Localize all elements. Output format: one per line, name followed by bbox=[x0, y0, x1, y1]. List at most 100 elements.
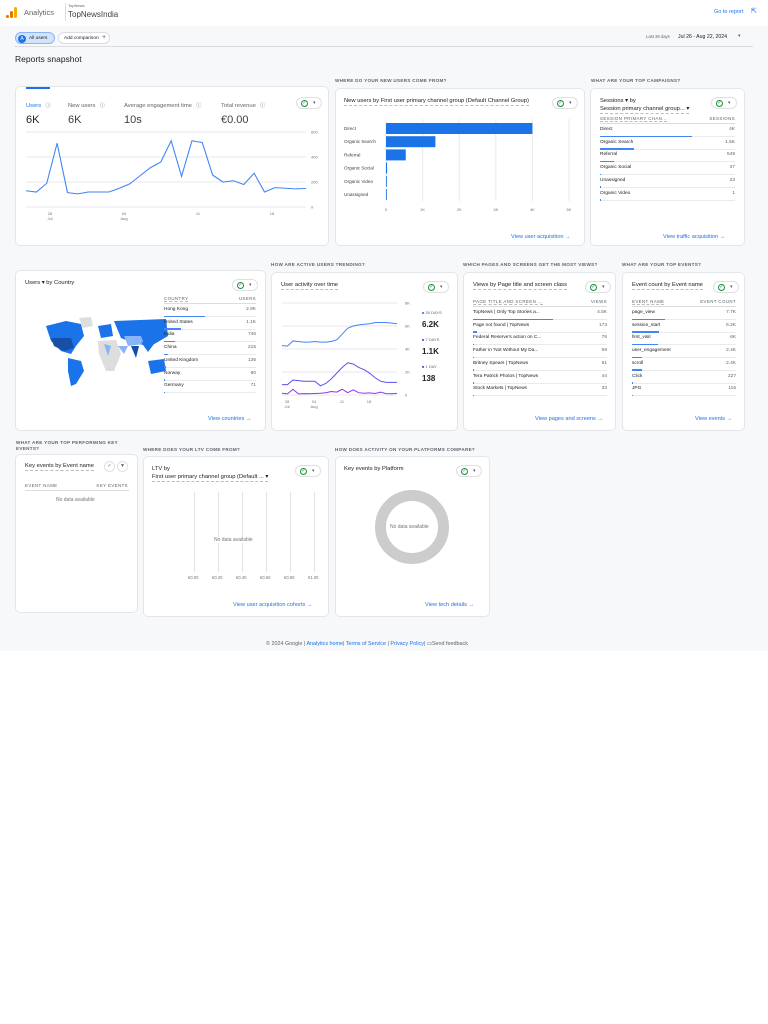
divider bbox=[473, 306, 607, 307]
table-row[interactable]: first_visit 6K bbox=[632, 333, 736, 346]
compare-menu-button[interactable]: ✓ ▾ bbox=[585, 281, 611, 293]
column-header[interactable]: Page title and screen ... bbox=[473, 299, 543, 305]
table-row[interactable]: scroll 2.4K bbox=[632, 359, 736, 371]
gridline bbox=[290, 492, 291, 572]
table-row[interactable]: Referral 549 bbox=[600, 150, 735, 163]
date-range-picker[interactable]: Jul 26 - Aug 22, 2024 bbox=[678, 34, 727, 40]
compare-menu-button[interactable]: ✓ ▾ bbox=[232, 279, 258, 291]
table-row[interactable]: Organic Search 1.5K bbox=[600, 138, 735, 150]
table-row[interactable]: Federal Reserve's action on C... 76 bbox=[473, 333, 607, 346]
metric-tab[interactable]: New users ⓘ 6K bbox=[68, 94, 105, 126]
column-header[interactable]: Session primary chan... bbox=[600, 116, 668, 122]
table-row[interactable]: TopNews | Only Top Stories a... 4.5K bbox=[473, 308, 607, 320]
table-row[interactable]: China 215 bbox=[164, 343, 256, 356]
table-row[interactable]: JPG 115 bbox=[632, 384, 736, 397]
view-tech-details-link[interactable]: View tech details → bbox=[425, 602, 474, 608]
table-row[interactable]: page_view 7.7K bbox=[632, 308, 736, 320]
bar[interactable] bbox=[386, 123, 533, 134]
analytics-home-link[interactable]: Analytics home bbox=[306, 641, 343, 647]
card-title[interactable]: Event count by Event name bbox=[632, 282, 703, 290]
table-row[interactable]: Organic Social 37 bbox=[600, 163, 735, 176]
view-pages-link[interactable]: View pages and screens → bbox=[535, 416, 603, 422]
column-header[interactable]: Country bbox=[164, 296, 189, 302]
bar[interactable] bbox=[386, 149, 406, 161]
table-row[interactable]: United Kingdom 136 bbox=[164, 356, 256, 368]
table-row[interactable]: Click 227 bbox=[632, 372, 736, 384]
copyright: © 2024 Google | bbox=[266, 641, 306, 647]
help-icon[interactable]: ⓘ bbox=[100, 103, 105, 109]
column-header[interactable]: Views bbox=[567, 299, 607, 304]
chevron-down-icon[interactable]: ▾ bbox=[738, 33, 741, 39]
card-title[interactable]: Key events by Platform bbox=[344, 466, 404, 473]
table-row[interactable]: Father in 'Not Without My Da... 69 bbox=[473, 346, 607, 359]
bar[interactable] bbox=[386, 162, 388, 174]
compare-menu-button[interactable]: ✓ ▾ bbox=[296, 97, 322, 109]
column-header[interactable]: Event name bbox=[632, 299, 665, 305]
category-label: Organic Video bbox=[344, 179, 373, 184]
go-to-report-link[interactable]: Go to report bbox=[714, 9, 743, 15]
help-icon[interactable]: ⓘ bbox=[260, 103, 265, 109]
card-title[interactable]: Views by Page title and screen class bbox=[473, 282, 567, 290]
dimension-name: Session primary channel group... bbox=[600, 106, 685, 112]
table-row[interactable]: Tera Patrick Photos | TopNews 44 bbox=[473, 372, 607, 384]
filter-icon[interactable]: ▼ bbox=[117, 461, 128, 472]
table-row[interactable]: Page not found | TopNews 173 bbox=[473, 321, 607, 333]
view-countries-link[interactable]: View countries → bbox=[208, 416, 251, 422]
view-events-link[interactable]: View events → bbox=[695, 416, 732, 422]
privacy-link[interactable]: Privacy Policy bbox=[390, 641, 424, 647]
card-title[interactable]: Users ▾ by Country bbox=[25, 280, 74, 287]
view-cohorts-link[interactable]: View user acquisition cohorts → bbox=[233, 602, 313, 608]
help-icon[interactable]: ⓘ bbox=[46, 103, 51, 109]
card-title[interactable]: Sessions ▾ by bbox=[600, 98, 636, 105]
add-comparison-button[interactable]: Add comparison + bbox=[58, 32, 110, 44]
table-row[interactable]: Stock Markets | TopNews 33 bbox=[473, 384, 607, 397]
table-row[interactable]: session_start 6.2K bbox=[632, 321, 736, 333]
terms-link[interactable]: Terms of Service bbox=[346, 641, 386, 647]
compare-menu-button[interactable]: ✓ ▾ bbox=[713, 281, 739, 293]
column-header[interactable]: Key events bbox=[97, 483, 129, 488]
user-activity-line-chart: 8K6K4K2K028Jul04Aug11 18 bbox=[281, 301, 410, 409]
column-header[interactable]: Event count bbox=[696, 299, 736, 304]
bar[interactable] bbox=[386, 136, 436, 148]
table-row[interactable]: Hong Kong 2.9K bbox=[164, 305, 256, 317]
column-header[interactable]: Users bbox=[216, 296, 256, 301]
table-row[interactable]: Norway 80 bbox=[164, 369, 256, 381]
table-row[interactable]: Britney Spears | TopNews 51 bbox=[473, 359, 607, 371]
metric-tab[interactable]: Total revenue ⓘ €0.00 bbox=[221, 94, 265, 126]
table-row[interactable]: United States 1.1K bbox=[164, 318, 256, 330]
compare-menu-button[interactable]: ✓ ▾ bbox=[711, 97, 737, 109]
table-row[interactable]: India 746 bbox=[164, 330, 256, 343]
card-title[interactable]: Key events by Event name bbox=[25, 463, 94, 471]
dropdown-arrow-icon: ▾ bbox=[728, 100, 731, 106]
metric-tab[interactable]: Users ⓘ 6K bbox=[26, 94, 51, 126]
metric-tab[interactable]: Average engagement time ⓘ 10s bbox=[124, 94, 201, 126]
card-title[interactable]: New users by First user primary channel … bbox=[344, 98, 529, 106]
world-map[interactable] bbox=[36, 316, 171, 391]
compare-menu-button[interactable]: ✓ ▾ bbox=[456, 465, 482, 477]
table-row[interactable]: Unassigned 23 bbox=[600, 176, 735, 188]
table-row[interactable]: Direct 4K bbox=[600, 125, 735, 137]
card-title[interactable]: User activity over time bbox=[281, 282, 339, 290]
segment-all-users-chip[interactable]: A All users bbox=[15, 32, 55, 44]
column-header[interactable]: Event name bbox=[25, 483, 57, 488]
compare-menu-button[interactable]: ✓ ▾ bbox=[423, 281, 449, 293]
bar[interactable] bbox=[386, 189, 387, 200]
dimension-selector[interactable]: First user primary channel group (Defaul… bbox=[152, 474, 269, 482]
bar[interactable] bbox=[386, 175, 387, 187]
row-value: 2.4K bbox=[726, 360, 736, 366]
table-row[interactable]: Organic Video 1 bbox=[600, 189, 735, 201]
compare-menu-button[interactable]: ✓ ▾ bbox=[552, 97, 578, 109]
dimension-selector[interactable]: Session primary channel group... ▾ bbox=[600, 106, 690, 114]
column-header[interactable]: Sessions bbox=[695, 116, 735, 121]
table-row[interactable]: Germany 71 bbox=[164, 381, 256, 394]
view-traffic-acquisition-link[interactable]: View traffic acquisition → bbox=[663, 234, 725, 240]
table-row[interactable]: user_engagement 2.4K bbox=[632, 346, 736, 359]
property-name[interactable]: TopNewsIndia bbox=[68, 10, 118, 19]
send-feedback-link[interactable]: Send feedback bbox=[432, 641, 468, 647]
view-user-acquisition-link[interactable]: View user acquisition → bbox=[511, 234, 571, 240]
account-name[interactable]: TopNews bbox=[68, 3, 84, 8]
check-circle-icon[interactable]: ✓ bbox=[104, 461, 115, 472]
external-link-icon[interactable]: ⇱ bbox=[751, 7, 757, 15]
compare-menu-button[interactable]: ✓ ▾ bbox=[295, 465, 321, 477]
help-icon[interactable]: ⓘ bbox=[196, 103, 201, 109]
